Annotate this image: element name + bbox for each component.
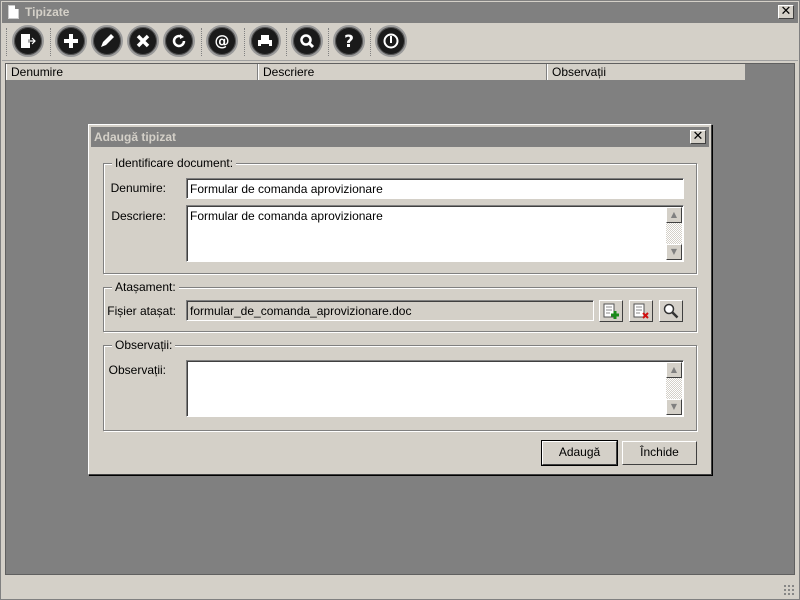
toolbar-grip[interactable] [6, 28, 9, 56]
add-tipizat-dialog: Adaugă tipizat ✕ Identificare document: … [88, 124, 712, 475]
add-button[interactable]: Adaugă [541, 440, 618, 466]
resize-grip[interactable] [783, 584, 795, 596]
toolbar-separator [244, 28, 245, 56]
grid-header: Denumire Descriere Observații [6, 64, 746, 81]
toolbar-separator [50, 28, 51, 56]
observatii-textarea[interactable]: ▲ ▼ [186, 360, 684, 417]
group-identificare: Identificare document: Denumire: Formula… [103, 156, 697, 274]
descriere-scrollbar[interactable]: ▲ ▼ [666, 207, 682, 260]
email-button[interactable]: @ [206, 25, 238, 57]
add-file-icon [603, 303, 619, 319]
edit-icon [101, 34, 114, 47]
observatii-label: Observații: [108, 363, 166, 377]
view-file-button[interactable] [659, 300, 683, 322]
add-icon [64, 34, 78, 48]
search-button[interactable] [291, 25, 323, 57]
toolbar-separator [328, 28, 329, 56]
document-icon [8, 5, 19, 19]
edit-button[interactable] [91, 25, 123, 57]
refresh-icon [172, 34, 186, 48]
print-button[interactable] [249, 25, 281, 57]
power-icon [383, 33, 399, 49]
dialog-close-button[interactable]: ✕ [690, 130, 706, 144]
window-close-button[interactable]: ✕ [778, 5, 794, 19]
scroll-down-arrow-icon[interactable]: ▼ [666, 244, 682, 260]
denumire-label: Denumire: [110, 181, 166, 195]
column-header-observatii[interactable]: Observații [547, 64, 746, 80]
group-atasament: Atașament: Fișier atașat: formular_de_co… [103, 280, 697, 332]
group-legend-observatii: Observații: [112, 338, 176, 352]
group-legend-atasament: Atașament: [112, 280, 179, 294]
column-header-denumire[interactable]: Denumire [6, 64, 258, 80]
denumire-input[interactable]: Formular de comanda aprovizionare [186, 178, 684, 199]
scroll-up-arrow-icon[interactable]: ▲ [666, 207, 682, 223]
svg-text:@: @ [215, 32, 230, 50]
fisier-atasat-input[interactable]: formular_de_comanda_aprovizionare.doc [186, 300, 594, 321]
column-header-descriere[interactable]: Descriere [258, 64, 547, 80]
exit-icon [21, 34, 37, 48]
descriere-label: Descriere: [111, 209, 166, 223]
toolbar-separator [370, 28, 371, 56]
scroll-up-arrow-icon[interactable]: ▲ [666, 362, 682, 378]
fisier-atasat-label: Fișier atașat: [107, 304, 176, 318]
descriere-text: Formular de comanda aprovizionare [190, 209, 383, 223]
close-button[interactable]: Închide [622, 441, 697, 465]
dialog-title: Adaugă tipizat [94, 130, 177, 144]
help-icon: ? [344, 32, 354, 51]
remove-file-button[interactable] [629, 300, 653, 322]
toolbar: @ ? [2, 23, 798, 61]
power-button[interactable] [375, 25, 407, 57]
magnifier-icon [663, 303, 679, 319]
remove-file-icon [633, 303, 649, 319]
svg-text:?: ? [344, 32, 354, 51]
descriere-textarea[interactable]: Formular de comanda aprovizionare ▲ ▼ [186, 205, 684, 262]
search-icon [300, 34, 315, 49]
dialog-title-bar[interactable]: Adaugă tipizat ✕ [91, 127, 709, 147]
print-icon [258, 35, 272, 46]
delete-button[interactable] [127, 25, 159, 57]
attach-file-button[interactable] [599, 300, 623, 322]
observatii-scrollbar[interactable]: ▲ ▼ [666, 362, 682, 415]
exit-button[interactable] [12, 25, 44, 57]
delete-icon [136, 34, 150, 48]
group-observatii: Observații: Observații: ▲ ▼ [103, 338, 697, 431]
help-button[interactable]: ? [333, 25, 365, 57]
email-icon: @ [215, 32, 230, 50]
group-legend-identificare: Identificare document: [112, 156, 237, 170]
add-button[interactable] [55, 25, 87, 57]
window-title: Tipizate [25, 5, 70, 19]
status-bar [2, 579, 798, 599]
title-bar[interactable]: Tipizate ✕ [2, 2, 798, 23]
scroll-down-arrow-icon[interactable]: ▼ [666, 399, 682, 415]
refresh-button[interactable] [163, 25, 195, 57]
toolbar-separator [286, 28, 287, 56]
toolbar-separator [201, 28, 202, 56]
